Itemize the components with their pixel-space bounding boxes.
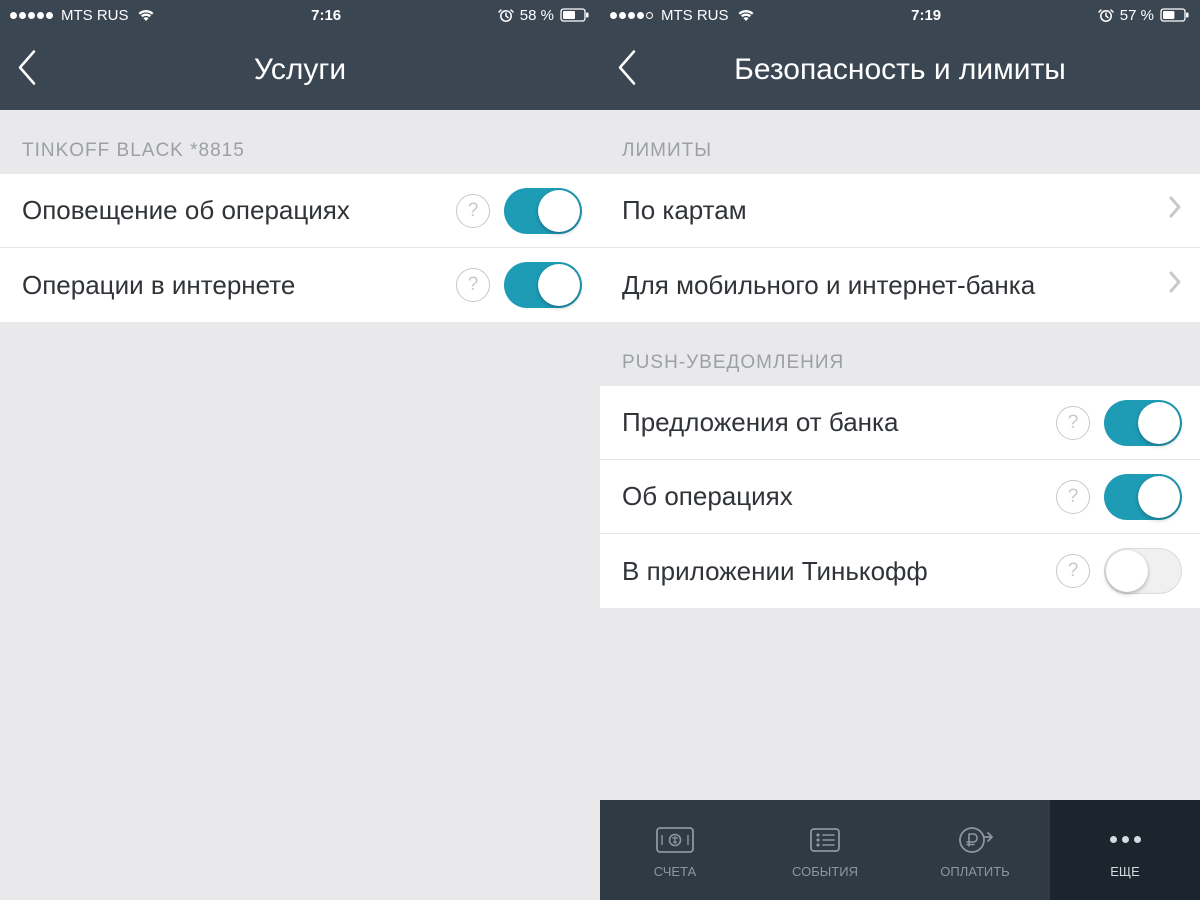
tab-label: СОБЫТИЯ [792, 864, 858, 879]
tab-events[interactable]: СОБЫТИЯ [750, 800, 900, 900]
status-right: 58 % [498, 7, 590, 24]
row-internet-transactions: Операции в интернете ? [0, 248, 600, 322]
row-label: Об операциях [622, 481, 1056, 512]
battery-percentage: 58 % [520, 7, 554, 24]
battery-percentage: 57 % [1120, 7, 1154, 24]
section-header-limits: ЛИМИТЫ [600, 110, 1200, 174]
section-header-push: PUSH-УВЕДОМЛЕНИЯ [600, 322, 1200, 386]
row-push-offers: Предложения от банка ? [600, 386, 1200, 460]
back-button[interactable] [16, 49, 38, 92]
back-button[interactable] [616, 49, 638, 92]
status-left: MTS RUS [610, 7, 755, 24]
battery-icon [560, 8, 590, 22]
tab-bar: СЧЕТА СОБЫТИЯ ОПЛАТИТЬ ЕЩЕ [600, 800, 1200, 900]
signal-strength-icon [10, 12, 53, 19]
wifi-icon [137, 8, 155, 22]
help-icon[interactable]: ? [1056, 406, 1090, 440]
toggle-push-offers[interactable] [1104, 400, 1182, 446]
clock: 7:16 [155, 7, 498, 24]
nav-bar: Услуги [0, 30, 600, 110]
page-title: Услуги [10, 53, 590, 87]
tab-accounts[interactable]: СЧЕТА [600, 800, 750, 900]
tab-label: ОПЛАТИТЬ [940, 864, 1009, 879]
pay-icon [955, 822, 995, 858]
content-area: TINKOFF BLACK *8815 Оповещение об операц… [0, 110, 600, 900]
row-label: Предложения от банка [622, 407, 1056, 438]
more-icon [1110, 822, 1141, 858]
status-left: MTS RUS [10, 7, 155, 24]
events-icon [805, 822, 845, 858]
help-icon[interactable]: ? [1056, 554, 1090, 588]
chevron-right-icon [1168, 270, 1182, 301]
row-label: Для мобильного и интернет-банка [622, 270, 1160, 301]
row-label: Оповещение об операциях [22, 195, 456, 226]
signal-strength-icon [610, 12, 653, 19]
status-bar: MTS RUS 7:16 58 % [0, 0, 600, 30]
row-limits-cards[interactable]: По картам [600, 174, 1200, 248]
chevron-right-icon [1168, 195, 1182, 226]
section-header-card: TINKOFF BLACK *8815 [0, 110, 600, 174]
tab-label: СЧЕТА [654, 864, 696, 879]
row-limits-mobile-internet-bank[interactable]: Для мобильного и интернет-банка [600, 248, 1200, 322]
tab-pay[interactable]: ОПЛАТИТЬ [900, 800, 1050, 900]
tab-more[interactable]: ЕЩЕ [1050, 800, 1200, 900]
help-icon[interactable]: ? [456, 268, 490, 302]
status-bar: MTS RUS 7:19 57 % [600, 0, 1200, 30]
battery-icon [1160, 8, 1190, 22]
tab-label: ЕЩЕ [1110, 864, 1140, 879]
row-label: По картам [622, 195, 1160, 226]
limits-list: По картам Для мобильного и интернет-банк… [600, 174, 1200, 322]
toggle-push-in-app[interactable] [1104, 548, 1182, 594]
carrier-label: MTS RUS [661, 7, 729, 24]
status-right: 57 % [1098, 7, 1190, 24]
row-push-transactions: Об операциях ? [600, 460, 1200, 534]
toggle-push-transactions[interactable] [1104, 474, 1182, 520]
help-icon[interactable]: ? [1056, 480, 1090, 514]
clock: 7:19 [755, 7, 1098, 24]
carrier-label: MTS RUS [61, 7, 129, 24]
row-push-in-app: В приложении Тинькофф ? [600, 534, 1200, 608]
content-area: ЛИМИТЫ По картам Для мобильного и интерн… [600, 110, 1200, 900]
wifi-icon [737, 8, 755, 22]
toggle-transaction-alerts[interactable] [504, 188, 582, 234]
push-list: Предложения от банка ? Об операциях ? В … [600, 386, 1200, 608]
alarm-icon [1098, 7, 1114, 23]
phone-left: MTS RUS 7:16 58 % Услуги TINKOFF BLACK *… [0, 0, 600, 900]
phone-right: MTS RUS 7:19 57 % Безопасность и лимиты … [600, 0, 1200, 900]
row-label: В приложении Тинькофф [622, 556, 1056, 587]
accounts-icon [653, 822, 697, 858]
row-label: Операции в интернете [22, 270, 456, 301]
services-list: Оповещение об операциях ? Операции в инт… [0, 174, 600, 322]
toggle-internet-transactions[interactable] [504, 262, 582, 308]
alarm-icon [498, 7, 514, 23]
help-icon[interactable]: ? [456, 194, 490, 228]
row-transaction-alerts: Оповещение об операциях ? [0, 174, 600, 248]
nav-bar: Безопасность и лимиты [600, 30, 1200, 110]
page-title: Безопасность и лимиты [610, 53, 1190, 87]
